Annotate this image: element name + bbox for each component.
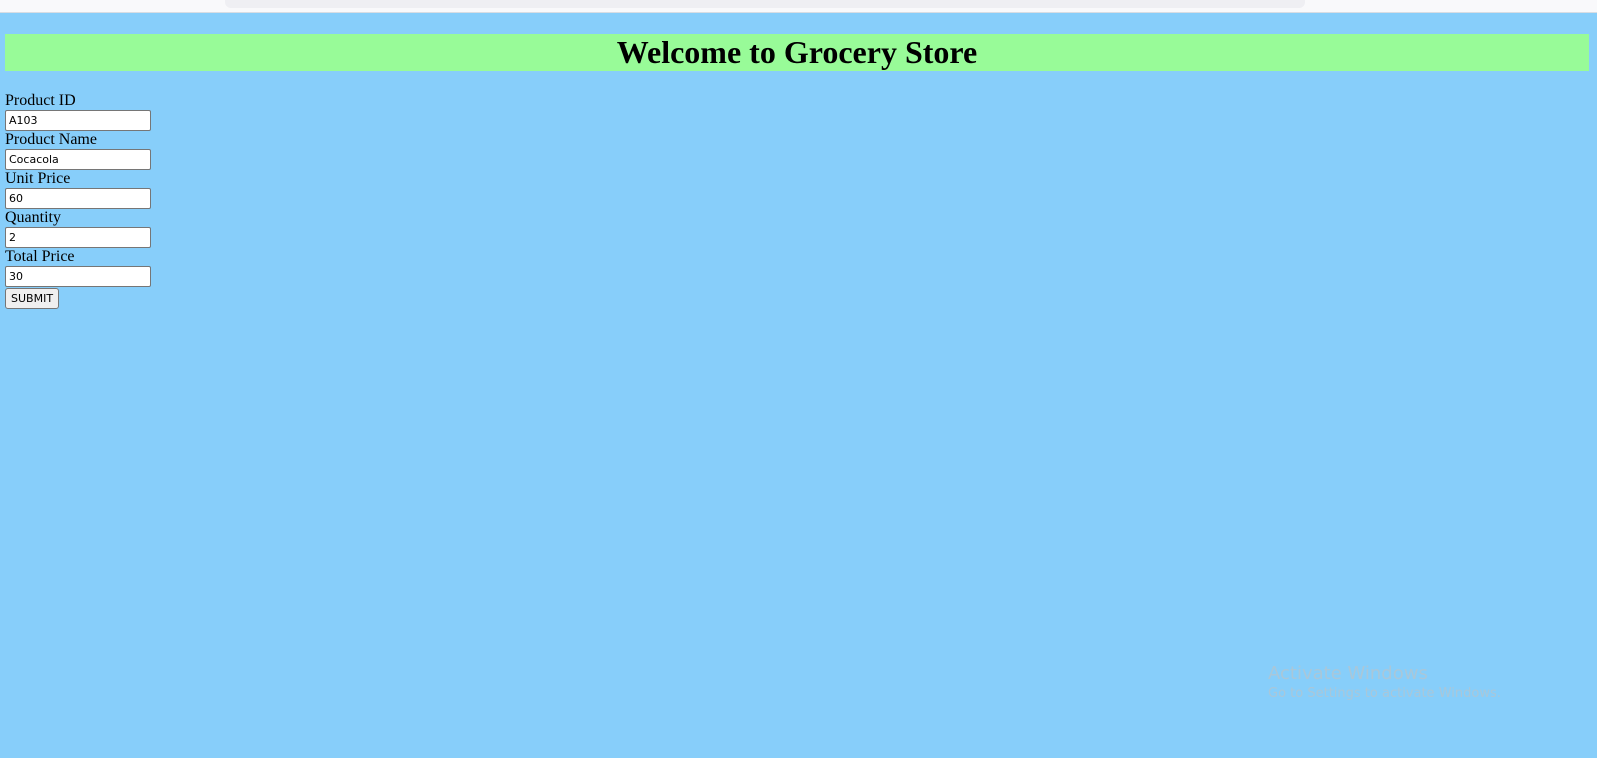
browser-address-area: [225, 0, 1305, 8]
unit-price-label: Unit Price: [5, 170, 71, 187]
unit-price-input[interactable]: [5, 188, 151, 209]
watermark-subtitle: Go to Settings to activate Windows.: [1268, 686, 1501, 701]
product-name-label: Product Name: [5, 131, 97, 148]
total-price-input[interactable]: [5, 266, 151, 287]
total-price-label: Total Price: [5, 248, 75, 265]
watermark-title: Activate Windows: [1268, 663, 1428, 684]
product-id-label: Product ID: [5, 92, 76, 109]
page-title: Welcome to Grocery Store: [5, 34, 1589, 71]
product-name-input[interactable]: [5, 149, 151, 170]
quantity-label: Quantity: [5, 209, 61, 226]
submit-button[interactable]: SUBMIT: [5, 288, 60, 309]
product-id-input[interactable]: [5, 110, 151, 131]
browser-top-bar: [0, 0, 1597, 13]
quantity-input[interactable]: [5, 227, 151, 248]
activate-windows-watermark: Activate Windows Go to Settings to activ…: [1268, 663, 1501, 703]
product-form: Product ID Product Name Unit Price Quant…: [5, 92, 151, 309]
